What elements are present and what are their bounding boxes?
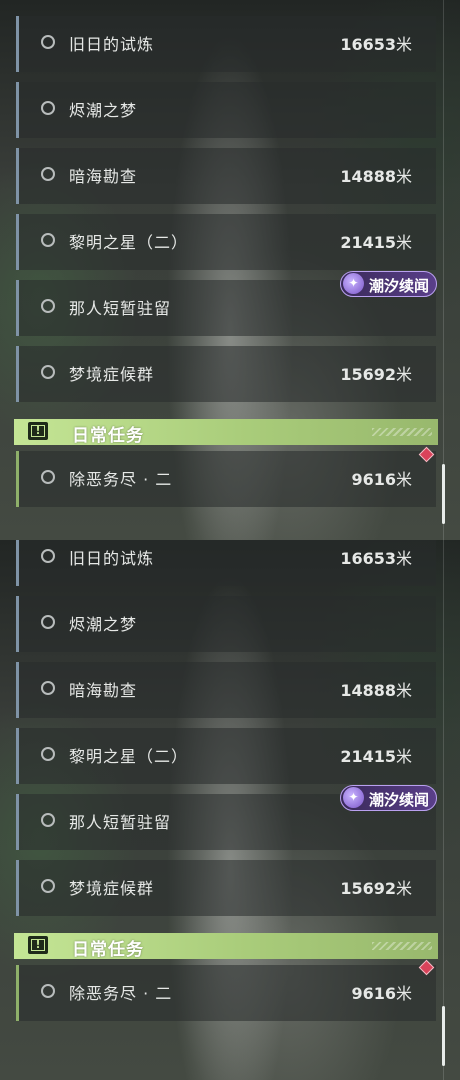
section-title: 日常任务 [72, 426, 144, 446]
scroll-track [443, 0, 444, 540]
quest-distance: 9616米 [351, 984, 412, 1003]
daily-section-header[interactable]: ! 日常任务 [14, 933, 438, 960]
quest-distance: 21415米 [340, 233, 412, 252]
scrollbar-thumb[interactable] [442, 464, 445, 524]
radio-circle-icon [41, 470, 55, 484]
radio-circle-icon [41, 984, 55, 998]
event-badge[interactable]: ✦ 潮汐续闻 [340, 271, 437, 297]
quest-item[interactable]: 烬潮之梦 [16, 596, 436, 652]
radio-circle-icon [41, 549, 55, 563]
quest-distance: 9616米 [351, 470, 412, 489]
quest-name: 梦境症候群 [69, 365, 155, 384]
quest-item[interactable]: 烬潮之梦 [16, 82, 436, 138]
quest-panel-top: 旧日的试炼 16653米 烬潮之梦 暗海勘查 14888米 黎明之星（二） 21… [0, 0, 460, 540]
section-title: 日常任务 [72, 940, 144, 960]
radio-circle-icon [41, 35, 55, 49]
exclamation-box-icon: ! [28, 936, 48, 954]
quest-distance: 15692米 [340, 365, 412, 384]
quest-item[interactable]: 黎明之星（二） 21415米 [16, 214, 436, 270]
quest-name: 梦境症候群 [69, 879, 155, 898]
radio-circle-icon [41, 747, 55, 761]
daily-quest-item[interactable]: 除恶务尽 · 二 9616米 [16, 965, 436, 1021]
quest-item[interactable]: 黎明之星（二） 21415米 [16, 728, 436, 784]
quest-distance: 15692米 [340, 879, 412, 898]
quest-item[interactable]: 旧日的试炼 16653米 [16, 540, 436, 586]
event-badge-label: 潮汐续闻 [369, 791, 430, 809]
event-swirl-icon: ✦ [343, 273, 364, 294]
event-badge[interactable]: ✦ 潮汐续闻 [340, 785, 437, 811]
radio-circle-icon [41, 681, 55, 695]
quest-item[interactable]: 旧日的试炼 16653米 [16, 16, 436, 72]
radio-circle-icon [41, 813, 55, 827]
quest-distance: 16653米 [340, 35, 412, 54]
decorative-stripes [372, 428, 432, 436]
scroll-track [443, 540, 444, 1080]
quest-name: 黎明之星（二） [69, 747, 189, 766]
radio-circle-icon [41, 101, 55, 115]
quest-name: 黎明之星（二） [69, 233, 189, 252]
quest-name: 暗海勘查 [69, 167, 138, 186]
quest-name: 那人短暂驻留 [69, 299, 172, 318]
quest-distance: 14888米 [340, 681, 412, 700]
radio-circle-icon [41, 299, 55, 313]
quest-name: 旧日的试炼 [69, 549, 155, 568]
quest-name: 烬潮之梦 [69, 615, 138, 634]
decorative-stripes [372, 942, 432, 950]
quest-name: 旧日的试炼 [69, 35, 155, 54]
event-badge-label: 潮汐续闻 [369, 277, 430, 295]
quest-item[interactable]: 梦境症候群 15692米 [16, 346, 436, 402]
quest-name: 那人短暂驻留 [69, 813, 172, 832]
quest-item[interactable]: 梦境症候群 15692米 [16, 860, 436, 916]
quest-item[interactable]: 暗海勘查 14888米 [16, 148, 436, 204]
daily-quest-item[interactable]: 除恶务尽 · 二 9616米 [16, 451, 436, 507]
quest-distance: 21415米 [340, 747, 412, 766]
quest-name: 除恶务尽 · 二 [69, 984, 173, 1003]
quest-distance: 16653米 [340, 549, 412, 568]
daily-section-header[interactable]: ! 日常任务 [14, 419, 438, 446]
quest-panel-bottom: 旧日的试炼 16653米 烬潮之梦 暗海勘查 14888米 黎明之星（二） 21… [0, 540, 460, 1080]
quest-name: 烬潮之梦 [69, 101, 138, 120]
event-swirl-icon: ✦ [343, 787, 364, 808]
quest-distance: 14888米 [340, 167, 412, 186]
exclamation-box-icon: ! [28, 422, 48, 440]
quest-name: 除恶务尽 · 二 [69, 470, 173, 489]
radio-circle-icon [41, 879, 55, 893]
scrollbar-thumb[interactable] [442, 1006, 445, 1066]
quest-item[interactable]: 暗海勘查 14888米 [16, 662, 436, 718]
radio-circle-icon [41, 167, 55, 181]
quest-name: 暗海勘查 [69, 681, 138, 700]
radio-circle-icon [41, 615, 55, 629]
radio-circle-icon [41, 233, 55, 247]
radio-circle-icon [41, 365, 55, 379]
